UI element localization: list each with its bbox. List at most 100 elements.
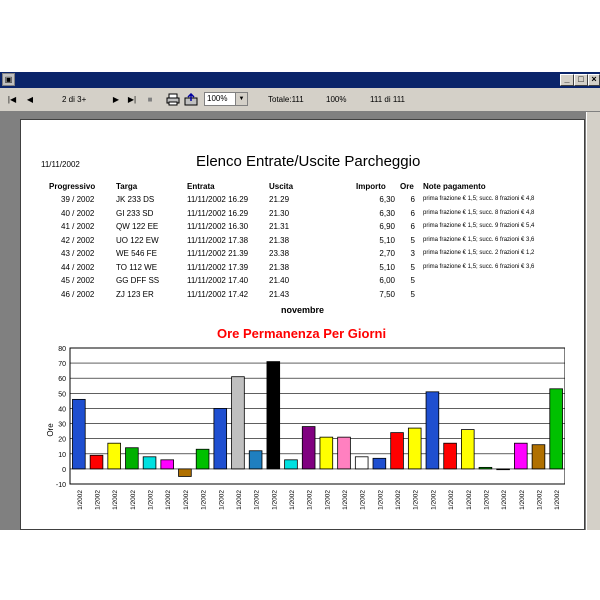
- report-date: 11/11/2002: [41, 160, 80, 169]
- bar: [178, 468, 192, 477]
- last-page-button[interactable]: ▶|: [126, 94, 138, 105]
- table-cell-ore: 5: [410, 235, 415, 245]
- table-cell-importo: 6,30: [379, 195, 395, 204]
- table-cell-prog: 46 / 2002: [61, 289, 95, 299]
- bar: [478, 466, 493, 470]
- table-cell-targa: QW 122 EE: [116, 222, 159, 231]
- x-tick-label: 1/2002: [519, 490, 526, 510]
- x-tick-label: 1/2002: [165, 490, 172, 510]
- next-page-button[interactable]: ▶: [110, 94, 122, 105]
- bar: [142, 456, 157, 470]
- x-tick-label: 1/2002: [413, 490, 420, 510]
- x-tick-label: 1/2002: [95, 490, 102, 510]
- x-tick-label: 1/2002: [501, 490, 508, 510]
- y-tick-label: 10: [58, 452, 66, 459]
- table-cell-importo: 7,50: [379, 289, 395, 299]
- table-cell-prog: 40 / 2002: [61, 208, 95, 218]
- y-axis-label: Ore: [46, 423, 55, 437]
- table-cell-ore: 5: [410, 276, 415, 285]
- bar: [461, 429, 475, 470]
- x-tick-label: 1/2002: [218, 490, 225, 510]
- page-indicator: 2 di 3+: [62, 95, 87, 104]
- table-cell-note: prima frazione € 1,5; succ. 8 frazioni €…: [423, 209, 535, 216]
- x-tick-label: 1/2002: [254, 490, 261, 510]
- bar: [319, 436, 334, 470]
- y-tick-label: -10: [56, 482, 66, 489]
- first-page-button[interactable]: |◀: [6, 94, 18, 105]
- bar: [248, 450, 263, 470]
- table-cell-ore: 5: [410, 289, 415, 299]
- close-button[interactable]: ×: [588, 74, 600, 86]
- bar: [89, 454, 104, 470]
- table-cell-prog: 45 / 2002: [61, 276, 95, 285]
- vertical-scrollbar[interactable]: [586, 112, 600, 530]
- table-cell-importo: 2,70: [379, 249, 395, 258]
- x-tick-label: 1/2002: [324, 490, 331, 510]
- table-cell-targa: JK 233 DS: [116, 195, 155, 204]
- table-cell-uscita: 21.31: [269, 222, 290, 231]
- bar: [231, 376, 245, 470]
- table-cell-importo: 6,30: [379, 208, 395, 218]
- y-tick-label: 0: [62, 467, 66, 474]
- bar: [549, 388, 563, 470]
- header-progressivo: Progressivo: [49, 182, 96, 191]
- toolbar: |◀ ◀ 2 di 3+ ▶ ▶| ■ 100% ▼ Totale:111 10…: [0, 89, 600, 112]
- x-tick-label: 1/2002: [395, 490, 402, 510]
- zoom-select[interactable]: 100% ▼: [204, 92, 248, 106]
- table-cell-ore: 6: [410, 208, 415, 218]
- bar: [496, 468, 510, 471]
- table-cell-ore: 5: [410, 262, 415, 272]
- month-label: novembre: [281, 305, 325, 315]
- x-tick-label: 1/2002: [536, 490, 543, 510]
- x-tick-label: 1/2002: [289, 490, 296, 510]
- x-tick-label: 1/2002: [360, 490, 367, 510]
- stop-button[interactable]: ■: [144, 94, 156, 105]
- bar: [531, 444, 546, 470]
- header-entrata: Entrata: [187, 182, 215, 191]
- table-cell-entrata: 11/11/2002 16.30: [187, 222, 249, 231]
- y-tick-label: 40: [58, 406, 66, 413]
- x-tick-label: 1/2002: [201, 490, 208, 510]
- y-tick-label: 80: [58, 346, 66, 353]
- table-cell-entrata: 11/11/2002 16.29: [187, 195, 249, 204]
- bar: [354, 456, 369, 470]
- x-tick-label: 1/2002: [77, 490, 84, 510]
- maximize-button[interactable]: □: [574, 74, 588, 86]
- y-tick-label: 30: [58, 422, 66, 429]
- table-cell-uscita: 21.40: [269, 276, 290, 285]
- report-viewer-window: ▣ _ □ × |◀ ◀ 2 di 3+ ▶ ▶| ■ 100% ▼ Total…: [0, 72, 600, 530]
- table-cell-importo: 5,10: [379, 235, 395, 245]
- table-cell-importo: 5,10: [379, 262, 395, 272]
- table-cell-uscita: 21.38: [269, 235, 290, 245]
- table-cell-ore: 3: [410, 249, 415, 258]
- record-count: 111 di 111: [370, 95, 405, 104]
- bar: [160, 459, 174, 470]
- chevron-down-icon[interactable]: ▼: [235, 93, 247, 105]
- printer-icon[interactable]: [166, 93, 180, 106]
- bar: [425, 391, 440, 470]
- title-bar: ▣ _ □ ×: [0, 72, 600, 88]
- previous-page-button[interactable]: ◀: [24, 94, 36, 105]
- export-icon[interactable]: [184, 93, 198, 106]
- minimize-button[interactable]: _: [560, 74, 574, 86]
- table-cell-entrata: 11/11/2002 17.42: [187, 289, 249, 299]
- table-cell-note: prima frazione € 1,5; succ. 6 frazioni €…: [423, 236, 535, 243]
- app-icon: ▣: [2, 73, 15, 86]
- x-tick-label: 1/2002: [466, 490, 473, 510]
- table-cell-importo: 6,00: [379, 276, 395, 285]
- x-tick-label: 1/2002: [307, 490, 314, 510]
- header-targa: Targa: [116, 182, 138, 191]
- table-cell-prog: 41 / 2002: [61, 222, 95, 231]
- table-cell-prog: 42 / 2002: [61, 235, 95, 245]
- x-tick-label: 1/2002: [130, 490, 137, 510]
- bar: [390, 432, 404, 470]
- table-cell-targa: UO 122 EW: [116, 235, 159, 245]
- table-cell-prog: 39 / 2002: [61, 195, 95, 204]
- header-importo: Importo: [356, 182, 386, 191]
- bar: [107, 442, 121, 470]
- table-cell-entrata: 11/11/2002 17.38: [187, 235, 249, 245]
- bar: [337, 436, 351, 470]
- x-tick-label: 1/2002: [554, 490, 561, 510]
- table-cell-prog: 44 / 2002: [61, 262, 95, 272]
- document-area[interactable]: 11/11/2002 Elenco Entrate/Uscite Parcheg…: [0, 112, 600, 530]
